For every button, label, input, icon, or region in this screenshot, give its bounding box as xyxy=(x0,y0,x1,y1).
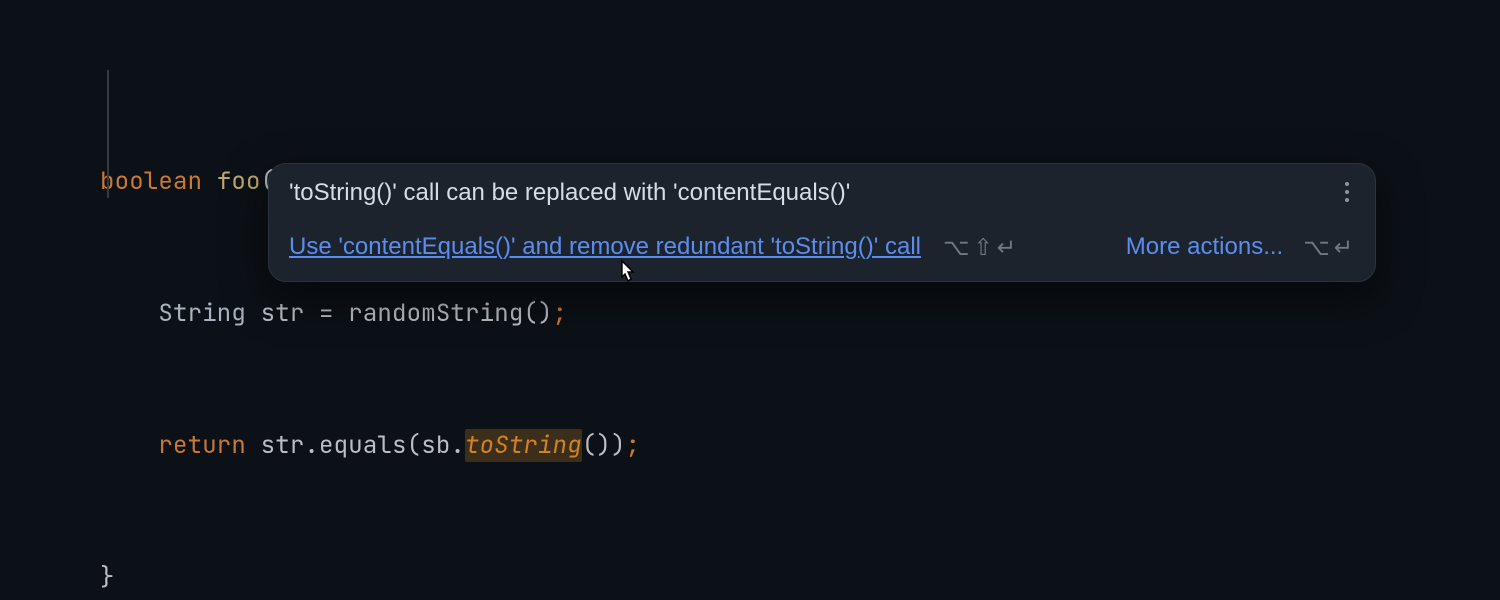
code-line-2: String str = randomString(); xyxy=(100,292,1500,336)
key-alt-icon: ⌥ xyxy=(1303,235,1332,260)
code-line-3: return str.equals(sb.toString()); xyxy=(100,424,1500,468)
inspection-highlight: toString xyxy=(465,429,582,462)
quick-fix-link[interactable]: Use 'contentEquals()' and remove redunda… xyxy=(289,234,921,260)
inspection-popup: 'toString()' call can be replaced with '… xyxy=(268,163,1376,282)
code-editor[interactable]: boolean foo(StringBuilder sb) { String s… xyxy=(0,0,1500,600)
key-alt-icon: ⌥ xyxy=(943,235,972,260)
more-actions-link[interactable]: More actions... xyxy=(1126,234,1283,260)
code-line-4: } xyxy=(100,556,1500,600)
fold-gutter-line xyxy=(107,70,109,198)
key-shift-icon: ⇧ xyxy=(974,235,995,260)
more-actions-shortcut: ⌥ ↵ xyxy=(1303,235,1355,260)
inspection-actions-row: Use 'contentEquals()' and remove redunda… xyxy=(289,234,1355,260)
more-options-icon[interactable] xyxy=(1337,178,1357,206)
quick-fix-shortcut: ⌥ ⇧ ↵ xyxy=(943,235,1018,260)
key-enter-icon: ↵ xyxy=(1334,235,1355,260)
inspection-title: 'toString()' call can be replaced with '… xyxy=(289,180,1355,206)
key-enter-icon: ↵ xyxy=(997,235,1018,260)
